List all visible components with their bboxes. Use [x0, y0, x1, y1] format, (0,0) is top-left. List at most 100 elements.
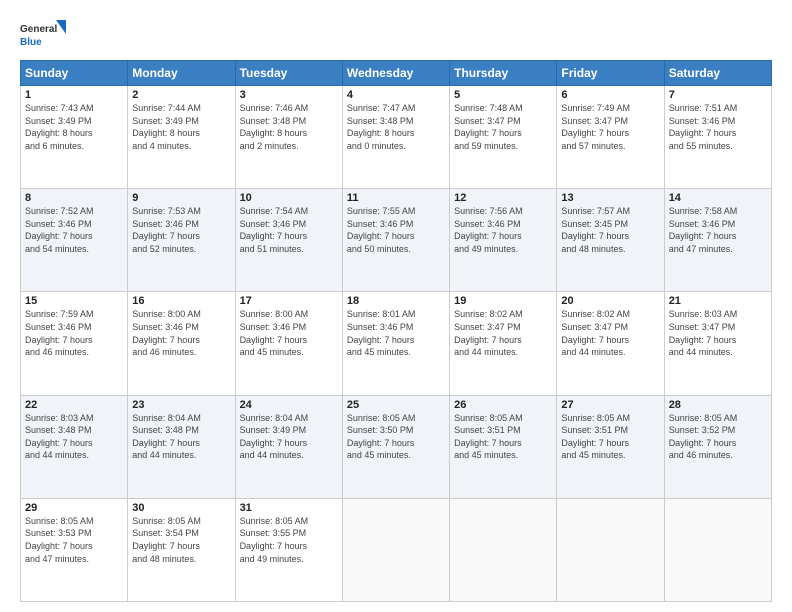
day-info: Sunrise: 8:05 AM Sunset: 3:51 PM Dayligh… [454, 412, 552, 462]
day-info: Sunrise: 7:58 AM Sunset: 3:46 PM Dayligh… [669, 205, 767, 255]
day-info: Sunrise: 7:48 AM Sunset: 3:47 PM Dayligh… [454, 102, 552, 152]
calendar-cell: 19Sunrise: 8:02 AM Sunset: 3:47 PM Dayli… [450, 292, 557, 395]
day-info: Sunrise: 7:53 AM Sunset: 3:46 PM Dayligh… [132, 205, 230, 255]
calendar-cell [450, 498, 557, 601]
calendar-cell: 17Sunrise: 8:00 AM Sunset: 3:46 PM Dayli… [235, 292, 342, 395]
calendar-week-row: 8Sunrise: 7:52 AM Sunset: 3:46 PM Daylig… [21, 189, 772, 292]
calendar-cell: 21Sunrise: 8:03 AM Sunset: 3:47 PM Dayli… [664, 292, 771, 395]
day-number: 28 [669, 399, 767, 411]
day-number: 20 [561, 295, 659, 307]
day-number: 29 [25, 502, 123, 514]
day-info: Sunrise: 8:05 AM Sunset: 3:50 PM Dayligh… [347, 412, 445, 462]
day-number: 21 [669, 295, 767, 307]
day-number: 15 [25, 295, 123, 307]
calendar-cell: 22Sunrise: 8:03 AM Sunset: 3:48 PM Dayli… [21, 395, 128, 498]
day-info: Sunrise: 8:00 AM Sunset: 3:46 PM Dayligh… [132, 308, 230, 358]
day-info: Sunrise: 8:04 AM Sunset: 3:48 PM Dayligh… [132, 412, 230, 462]
calendar-cell: 23Sunrise: 8:04 AM Sunset: 3:48 PM Dayli… [128, 395, 235, 498]
calendar-cell: 15Sunrise: 7:59 AM Sunset: 3:46 PM Dayli… [21, 292, 128, 395]
col-header-sunday: Sunday [21, 61, 128, 86]
day-info: Sunrise: 8:03 AM Sunset: 3:48 PM Dayligh… [25, 412, 123, 462]
day-info: Sunrise: 8:05 AM Sunset: 3:55 PM Dayligh… [240, 515, 338, 565]
day-number: 5 [454, 89, 552, 101]
day-info: Sunrise: 7:44 AM Sunset: 3:49 PM Dayligh… [132, 102, 230, 152]
day-number: 6 [561, 89, 659, 101]
calendar-cell: 7Sunrise: 7:51 AM Sunset: 3:46 PM Daylig… [664, 86, 771, 189]
col-header-wednesday: Wednesday [342, 61, 449, 86]
calendar-cell: 11Sunrise: 7:55 AM Sunset: 3:46 PM Dayli… [342, 189, 449, 292]
day-number: 19 [454, 295, 552, 307]
calendar-cell: 26Sunrise: 8:05 AM Sunset: 3:51 PM Dayli… [450, 395, 557, 498]
day-info: Sunrise: 8:05 AM Sunset: 3:54 PM Dayligh… [132, 515, 230, 565]
calendar-cell: 29Sunrise: 8:05 AM Sunset: 3:53 PM Dayli… [21, 498, 128, 601]
calendar-cell: 9Sunrise: 7:53 AM Sunset: 3:46 PM Daylig… [128, 189, 235, 292]
day-number: 10 [240, 192, 338, 204]
calendar-cell: 27Sunrise: 8:05 AM Sunset: 3:51 PM Dayli… [557, 395, 664, 498]
day-number: 25 [347, 399, 445, 411]
calendar-cell: 8Sunrise: 7:52 AM Sunset: 3:46 PM Daylig… [21, 189, 128, 292]
calendar-cell: 31Sunrise: 8:05 AM Sunset: 3:55 PM Dayli… [235, 498, 342, 601]
calendar-cell: 25Sunrise: 8:05 AM Sunset: 3:50 PM Dayli… [342, 395, 449, 498]
calendar-cell [342, 498, 449, 601]
calendar-cell: 4Sunrise: 7:47 AM Sunset: 3:48 PM Daylig… [342, 86, 449, 189]
day-number: 23 [132, 399, 230, 411]
calendar-week-row: 22Sunrise: 8:03 AM Sunset: 3:48 PM Dayli… [21, 395, 772, 498]
calendar-cell: 30Sunrise: 8:05 AM Sunset: 3:54 PM Dayli… [128, 498, 235, 601]
day-info: Sunrise: 7:59 AM Sunset: 3:46 PM Dayligh… [25, 308, 123, 358]
day-info: Sunrise: 8:02 AM Sunset: 3:47 PM Dayligh… [561, 308, 659, 358]
calendar-cell: 20Sunrise: 8:02 AM Sunset: 3:47 PM Dayli… [557, 292, 664, 395]
calendar-cell: 12Sunrise: 7:56 AM Sunset: 3:46 PM Dayli… [450, 189, 557, 292]
day-number: 24 [240, 399, 338, 411]
day-number: 17 [240, 295, 338, 307]
day-number: 11 [347, 192, 445, 204]
calendar-week-row: 29Sunrise: 8:05 AM Sunset: 3:53 PM Dayli… [21, 498, 772, 601]
day-info: Sunrise: 8:00 AM Sunset: 3:46 PM Dayligh… [240, 308, 338, 358]
calendar-cell: 13Sunrise: 7:57 AM Sunset: 3:45 PM Dayli… [557, 189, 664, 292]
day-number: 13 [561, 192, 659, 204]
day-number: 30 [132, 502, 230, 514]
svg-text:Blue: Blue [20, 37, 42, 48]
day-info: Sunrise: 7:55 AM Sunset: 3:46 PM Dayligh… [347, 205, 445, 255]
day-info: Sunrise: 7:47 AM Sunset: 3:48 PM Dayligh… [347, 102, 445, 152]
day-info: Sunrise: 7:52 AM Sunset: 3:46 PM Dayligh… [25, 205, 123, 255]
calendar-header-row: SundayMondayTuesdayWednesdayThursdayFrid… [21, 61, 772, 86]
page: General Blue SundayMondayTuesdayWednesda… [0, 0, 792, 612]
day-info: Sunrise: 8:04 AM Sunset: 3:49 PM Dayligh… [240, 412, 338, 462]
day-number: 16 [132, 295, 230, 307]
calendar-cell: 28Sunrise: 8:05 AM Sunset: 3:52 PM Dayli… [664, 395, 771, 498]
day-number: 4 [347, 89, 445, 101]
calendar-cell: 3Sunrise: 7:46 AM Sunset: 3:48 PM Daylig… [235, 86, 342, 189]
day-number: 8 [25, 192, 123, 204]
day-number: 18 [347, 295, 445, 307]
calendar-table: SundayMondayTuesdayWednesdayThursdayFrid… [20, 60, 772, 602]
day-info: Sunrise: 8:05 AM Sunset: 3:51 PM Dayligh… [561, 412, 659, 462]
calendar-cell [557, 498, 664, 601]
calendar-week-row: 15Sunrise: 7:59 AM Sunset: 3:46 PM Dayli… [21, 292, 772, 395]
day-info: Sunrise: 7:46 AM Sunset: 3:48 PM Dayligh… [240, 102, 338, 152]
calendar-cell: 14Sunrise: 7:58 AM Sunset: 3:46 PM Dayli… [664, 189, 771, 292]
header: General Blue [20, 18, 772, 54]
day-info: Sunrise: 7:54 AM Sunset: 3:46 PM Dayligh… [240, 205, 338, 255]
day-number: 12 [454, 192, 552, 204]
day-info: Sunrise: 7:51 AM Sunset: 3:46 PM Dayligh… [669, 102, 767, 152]
day-number: 22 [25, 399, 123, 411]
calendar-cell: 5Sunrise: 7:48 AM Sunset: 3:47 PM Daylig… [450, 86, 557, 189]
calendar-cell: 24Sunrise: 8:04 AM Sunset: 3:49 PM Dayli… [235, 395, 342, 498]
day-info: Sunrise: 7:57 AM Sunset: 3:45 PM Dayligh… [561, 205, 659, 255]
col-header-monday: Monday [128, 61, 235, 86]
day-number: 2 [132, 89, 230, 101]
day-info: Sunrise: 8:01 AM Sunset: 3:46 PM Dayligh… [347, 308, 445, 358]
calendar-week-row: 1Sunrise: 7:43 AM Sunset: 3:49 PM Daylig… [21, 86, 772, 189]
day-info: Sunrise: 8:02 AM Sunset: 3:47 PM Dayligh… [454, 308, 552, 358]
calendar-cell: 6Sunrise: 7:49 AM Sunset: 3:47 PM Daylig… [557, 86, 664, 189]
day-number: 7 [669, 89, 767, 101]
day-number: 27 [561, 399, 659, 411]
svg-text:General: General [20, 24, 57, 35]
day-info: Sunrise: 7:56 AM Sunset: 3:46 PM Dayligh… [454, 205, 552, 255]
logo-svg: General Blue [20, 18, 70, 54]
day-number: 31 [240, 502, 338, 514]
calendar-cell: 1Sunrise: 7:43 AM Sunset: 3:49 PM Daylig… [21, 86, 128, 189]
day-info: Sunrise: 8:05 AM Sunset: 3:52 PM Dayligh… [669, 412, 767, 462]
logo: General Blue [20, 18, 70, 54]
day-number: 1 [25, 89, 123, 101]
